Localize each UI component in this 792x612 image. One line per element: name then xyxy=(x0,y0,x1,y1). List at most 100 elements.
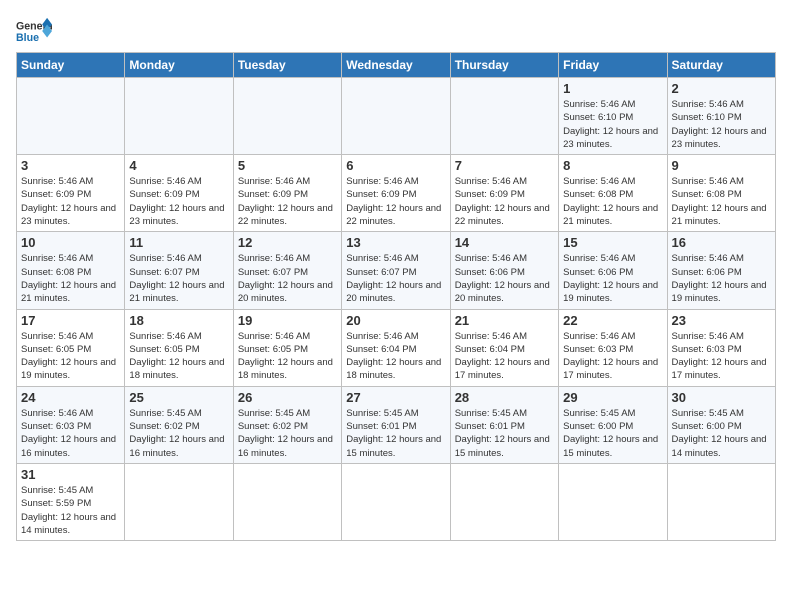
calendar-day-cell: 26Sunrise: 5:45 AM Sunset: 6:02 PM Dayli… xyxy=(233,386,341,463)
day-info: Sunrise: 5:46 AM Sunset: 6:04 PM Dayligh… xyxy=(346,330,445,383)
day-number: 19 xyxy=(238,313,337,328)
day-info: Sunrise: 5:46 AM Sunset: 6:07 PM Dayligh… xyxy=(346,252,445,305)
general-blue-logo-icon: General Blue xyxy=(16,16,52,46)
day-info: Sunrise: 5:46 AM Sunset: 6:09 PM Dayligh… xyxy=(21,175,120,228)
day-info: Sunrise: 5:46 AM Sunset: 6:06 PM Dayligh… xyxy=(672,252,771,305)
day-info: Sunrise: 5:46 AM Sunset: 6:06 PM Dayligh… xyxy=(563,252,662,305)
calendar-day-cell xyxy=(450,463,558,540)
calendar-day-cell xyxy=(559,463,667,540)
day-info: Sunrise: 5:45 AM Sunset: 6:00 PM Dayligh… xyxy=(672,407,771,460)
day-number: 31 xyxy=(21,467,120,482)
day-number: 8 xyxy=(563,158,662,173)
calendar-week-row: 3Sunrise: 5:46 AM Sunset: 6:09 PM Daylig… xyxy=(17,155,776,232)
calendar-day-cell: 3Sunrise: 5:46 AM Sunset: 6:09 PM Daylig… xyxy=(17,155,125,232)
day-info: Sunrise: 5:46 AM Sunset: 6:07 PM Dayligh… xyxy=(238,252,337,305)
day-info: Sunrise: 5:46 AM Sunset: 6:06 PM Dayligh… xyxy=(455,252,554,305)
day-info: Sunrise: 5:45 AM Sunset: 6:00 PM Dayligh… xyxy=(563,407,662,460)
day-info: Sunrise: 5:46 AM Sunset: 6:03 PM Dayligh… xyxy=(563,330,662,383)
day-of-week-header: Sunday xyxy=(17,53,125,78)
day-info: Sunrise: 5:46 AM Sunset: 6:05 PM Dayligh… xyxy=(129,330,228,383)
page-header: General Blue xyxy=(16,16,776,46)
day-of-week-header: Thursday xyxy=(450,53,558,78)
calendar-day-cell xyxy=(667,463,775,540)
svg-text:Blue: Blue xyxy=(16,32,39,44)
day-info: Sunrise: 5:46 AM Sunset: 6:08 PM Dayligh… xyxy=(672,175,771,228)
calendar-day-cell: 29 Sunrise: 5:45 AM Sunset: 6:00 PM Dayli… xyxy=(559,386,667,463)
calendar-day-cell xyxy=(125,463,233,540)
day-of-week-header: Friday xyxy=(559,53,667,78)
day-info: Sunrise: 5:45 AM Sunset: 6:01 PM Dayligh… xyxy=(455,407,554,460)
calendar-table: SundayMondayTuesdayWednesdayThursdayFrid… xyxy=(16,52,776,541)
day-info: Sunrise: 5:46 AM Sunset: 6:08 PM Dayligh… xyxy=(21,252,120,305)
day-number: 1 xyxy=(563,81,662,96)
calendar-day-cell: 14Sunrise: 5:46 AM Sunset: 6:06 PM Dayli… xyxy=(450,232,558,309)
day-number: 10 xyxy=(21,235,120,250)
day-info: Sunrise: 5:46 AM Sunset: 6:05 PM Dayligh… xyxy=(21,330,120,383)
day-of-week-header: Tuesday xyxy=(233,53,341,78)
calendar-day-cell: 2Sunrise: 5:46 AM Sunset: 6:10 PM Daylig… xyxy=(667,78,775,155)
calendar-day-cell: 5 Sunrise: 5:46 AM Sunset: 6:09 PM Daylig… xyxy=(233,155,341,232)
calendar-day-cell: 6 Sunrise: 5:46 AM Sunset: 6:09 PM Daylig… xyxy=(342,155,450,232)
calendar-day-cell: 19Sunrise: 5:46 AM Sunset: 6:05 PM Dayli… xyxy=(233,309,341,386)
day-number: 27 xyxy=(346,390,445,405)
day-number: 24 xyxy=(21,390,120,405)
day-of-week-header: Wednesday xyxy=(342,53,450,78)
calendar-day-cell xyxy=(125,78,233,155)
calendar-day-cell xyxy=(342,78,450,155)
day-info: Sunrise: 5:45 AM Sunset: 6:01 PM Dayligh… xyxy=(346,407,445,460)
calendar-day-cell xyxy=(450,78,558,155)
title-area xyxy=(52,16,776,18)
calendar-day-cell: 17Sunrise: 5:46 AM Sunset: 6:05 PM Dayli… xyxy=(17,309,125,386)
calendar-day-cell: 11Sunrise: 5:46 AM Sunset: 6:07 PM Dayli… xyxy=(125,232,233,309)
calendar-day-cell xyxy=(233,463,341,540)
calendar-week-row: 1 Sunrise: 5:46 AM Sunset: 6:10 PM Daylig… xyxy=(17,78,776,155)
calendar-day-cell: 22 Sunrise: 5:46 AM Sunset: 6:03 PM Dayli… xyxy=(559,309,667,386)
day-info: Sunrise: 5:46 AM Sunset: 6:10 PM Dayligh… xyxy=(672,98,771,151)
calendar-week-row: 31 Sunrise: 5:45 AM Sunset: 5:59 PM Dayli… xyxy=(17,463,776,540)
day-info: Sunrise: 5:46 AM Sunset: 6:08 PM Dayligh… xyxy=(563,175,662,228)
day-number: 15 xyxy=(563,235,662,250)
calendar-day-cell: 27 Sunrise: 5:45 AM Sunset: 6:01 PM Dayli… xyxy=(342,386,450,463)
calendar-day-cell xyxy=(233,78,341,155)
day-of-week-header: Monday xyxy=(125,53,233,78)
day-number: 20 xyxy=(346,313,445,328)
calendar-day-cell: 7Sunrise: 5:46 AM Sunset: 6:09 PM Daylig… xyxy=(450,155,558,232)
calendar-day-cell: 12 Sunrise: 5:46 AM Sunset: 6:07 PM Dayli… xyxy=(233,232,341,309)
calendar-header-row: SundayMondayTuesdayWednesdayThursdayFrid… xyxy=(17,53,776,78)
day-info: Sunrise: 5:46 AM Sunset: 6:09 PM Dayligh… xyxy=(129,175,228,228)
calendar-day-cell: 9 Sunrise: 5:46 AM Sunset: 6:08 PM Daylig… xyxy=(667,155,775,232)
calendar-day-cell: 25Sunrise: 5:45 AM Sunset: 6:02 PM Dayli… xyxy=(125,386,233,463)
calendar-day-cell: 16Sunrise: 5:46 AM Sunset: 6:06 PM Dayli… xyxy=(667,232,775,309)
calendar-day-cell: 31 Sunrise: 5:45 AM Sunset: 5:59 PM Dayli… xyxy=(17,463,125,540)
calendar-week-row: 24 Sunrise: 5:46 AM Sunset: 6:03 PM Dayli… xyxy=(17,386,776,463)
day-info: Sunrise: 5:46 AM Sunset: 6:09 PM Dayligh… xyxy=(346,175,445,228)
day-info: Sunrise: 5:45 AM Sunset: 5:59 PM Dayligh… xyxy=(21,484,120,537)
calendar-day-cell: 10 Sunrise: 5:46 AM Sunset: 6:08 PM Dayli… xyxy=(17,232,125,309)
calendar-day-cell: 1 Sunrise: 5:46 AM Sunset: 6:10 PM Daylig… xyxy=(559,78,667,155)
calendar-week-row: 10 Sunrise: 5:46 AM Sunset: 6:08 PM Dayli… xyxy=(17,232,776,309)
day-info: Sunrise: 5:46 AM Sunset: 6:03 PM Dayligh… xyxy=(21,407,120,460)
calendar-day-cell: 23Sunrise: 5:46 AM Sunset: 6:03 PM Dayli… xyxy=(667,309,775,386)
day-number: 9 xyxy=(672,158,771,173)
day-info: Sunrise: 5:46 AM Sunset: 6:09 PM Dayligh… xyxy=(238,175,337,228)
day-number: 29 xyxy=(563,390,662,405)
calendar-day-cell: 24 Sunrise: 5:46 AM Sunset: 6:03 PM Dayli… xyxy=(17,386,125,463)
day-number: 5 xyxy=(238,158,337,173)
calendar-day-cell: 15 Sunrise: 5:46 AM Sunset: 6:06 PM Dayli… xyxy=(559,232,667,309)
day-number: 22 xyxy=(563,313,662,328)
calendar-day-cell: 28Sunrise: 5:45 AM Sunset: 6:01 PM Dayli… xyxy=(450,386,558,463)
day-info: Sunrise: 5:46 AM Sunset: 6:10 PM Dayligh… xyxy=(563,98,662,151)
day-number: 7 xyxy=(455,158,554,173)
day-number: 18 xyxy=(129,313,228,328)
calendar-week-row: 17Sunrise: 5:46 AM Sunset: 6:05 PM Dayli… xyxy=(17,309,776,386)
day-number: 25 xyxy=(129,390,228,405)
day-info: Sunrise: 5:46 AM Sunset: 6:04 PM Dayligh… xyxy=(455,330,554,383)
day-info: Sunrise: 5:46 AM Sunset: 6:03 PM Dayligh… xyxy=(672,330,771,383)
day-number: 4 xyxy=(129,158,228,173)
calendar-day-cell: 4 Sunrise: 5:46 AM Sunset: 6:09 PM Daylig… xyxy=(125,155,233,232)
day-number: 12 xyxy=(238,235,337,250)
day-number: 11 xyxy=(129,235,228,250)
calendar-day-cell xyxy=(17,78,125,155)
day-number: 30 xyxy=(672,390,771,405)
day-number: 6 xyxy=(346,158,445,173)
